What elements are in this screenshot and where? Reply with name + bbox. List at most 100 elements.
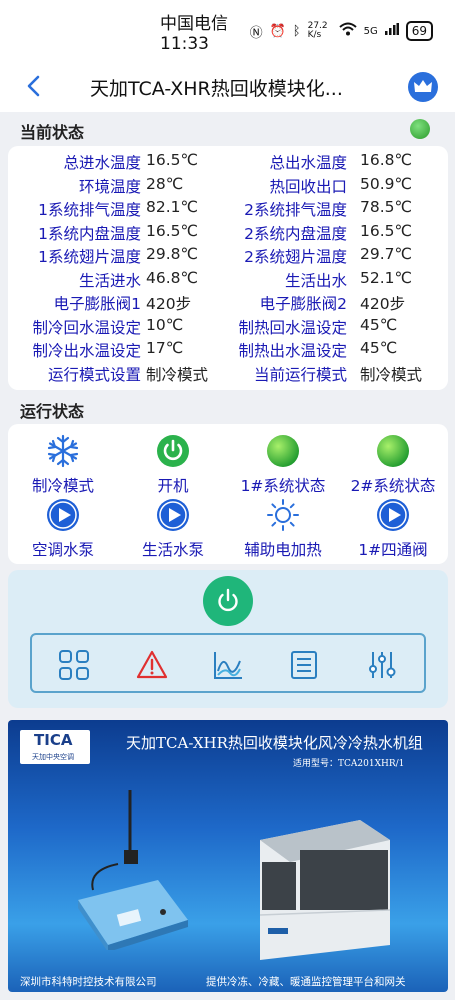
status-dot-icon (376, 434, 410, 468)
param-label: 1系统内盘温度 (38, 224, 141, 243)
param-label: 总进水温度 (63, 154, 141, 172)
param-label: 运行模式设置 (47, 365, 141, 384)
list-icon[interactable] (288, 649, 320, 681)
status-row: 1系统内盘温度 16.5℃ 2系统内盘温度 16.5℃ (8, 222, 448, 245)
param-label: 制热回水温设定 (238, 318, 347, 337)
param-value: 78.5℃ (360, 198, 412, 216)
status-row: 1系统排气温度 82.1℃ 2系统排气温度 78.5℃ (8, 198, 448, 221)
run-item-ac-pump: 空调水泵 (8, 498, 118, 560)
online-status-dot (410, 119, 430, 139)
power-button[interactable] (203, 576, 253, 626)
alarm-icon: ⏰ (269, 23, 286, 39)
param-value: 420步 (360, 295, 406, 313)
battery-indicator: 69 (405, 21, 433, 41)
run-item-label: 1#系统状态 (240, 477, 326, 495)
sun-icon (266, 498, 300, 532)
param-label: 2系统翅片温度 (244, 248, 347, 266)
run-item-label: 生活水泵 (141, 541, 204, 559)
run-item-system1-status: 1#系统状态 (228, 434, 338, 496)
signal-icon (384, 23, 399, 39)
param-label: 制冷回水温设定 (32, 318, 141, 337)
chiller-unit-illustration (259, 820, 391, 960)
power-icon (218, 588, 238, 612)
banner-title: 天加TCA-XHR热回收模块化风冷冷热水机组 (126, 734, 423, 752)
param-value: 16.5℃ (360, 221, 412, 240)
status-row: 生活进水 46.8℃ 生活出水 52.1℃ (8, 269, 448, 292)
power-on-icon (156, 434, 190, 468)
param-value: 16.8℃ (360, 151, 412, 169)
run-item-aux-heater: 辅助电加热 (228, 498, 338, 560)
nfc-icon: Ⓝ (249, 25, 263, 41)
wifi-icon (338, 22, 357, 40)
run-item-label: 制冷模式 (31, 477, 94, 495)
run-item-power-on: 开机 (118, 434, 228, 496)
banner-model: 适用型号：TCA201XHR/1 (293, 759, 405, 769)
run-item-label: 1#四通阀 (358, 541, 428, 559)
param-value: 29.7℃ (360, 245, 412, 263)
page-title: 天加TCA-XHR热回收模块化... (90, 78, 343, 100)
run-item-cooling-mode: 制冷模式 (8, 434, 118, 496)
status-dot-icon (266, 434, 300, 468)
function-toolbar (30, 633, 426, 693)
status-row: 运行模式设置 制冷模式 当前运行模式 制冷模式 (8, 363, 448, 386)
status-row: 制冷回水温设定 10℃ 制热回水温设定 45℃ (8, 316, 448, 339)
run-item-label: 辅助电加热 (244, 541, 322, 559)
run-item-label: 空调水泵 (31, 541, 94, 559)
param-value: 制冷模式 (146, 365, 209, 384)
run-item-label: 开机 (157, 477, 189, 495)
param-value: 16.5℃ (146, 221, 198, 240)
banner-slogan: 提供冷冻、冷藏、暖通监控管理平台和网关 (206, 976, 406, 988)
status-row: 总进水温度 16.5℃ 总出水温度 16.8℃ (8, 151, 448, 174)
crown-icon[interactable] (408, 72, 438, 102)
param-value: 46.8℃ (146, 268, 198, 287)
bluetooth-icon: ᛒ (292, 23, 301, 39)
param-label: 生活出水 (284, 271, 347, 290)
param-value: 82.1℃ (146, 198, 198, 216)
current-status-title: 当前状态 (20, 123, 85, 142)
status-row: 制冷出水温设定 17℃ 制热出水温设定 45℃ (8, 339, 448, 362)
gateway-device-illustration (78, 790, 188, 950)
param-label: 电子膨胀阀1 (53, 295, 141, 313)
brand-logo: TICA 天加中央空调 (20, 730, 90, 764)
play-icon (376, 498, 410, 532)
play-icon (156, 498, 190, 532)
param-label: 总出水温度 (269, 154, 347, 172)
back-arrow-icon[interactable] (20, 72, 48, 100)
title-bar: 天加TCA-XHR热回收模块化... (0, 62, 455, 112)
param-value: 10℃ (146, 315, 184, 334)
banner-company: 深圳市科特时控技术有限公司 (20, 976, 157, 988)
param-value: 29.8℃ (146, 245, 198, 263)
status-row: 电子膨胀阀1 420步 电子膨胀阀2 420步 (8, 292, 448, 315)
run-item-domestic-pump: 生活水泵 (118, 498, 228, 560)
run-status-title: 运行状态 (20, 402, 85, 421)
system-status-bar: 中国电信 11:33 Ⓝ ⏰ ᛒ 27.2 K/s 5G 69 (0, 0, 455, 62)
settings-sliders-icon[interactable] (366, 649, 398, 681)
chart-icon[interactable] (212, 649, 244, 681)
param-value: 52.1℃ (360, 268, 412, 287)
param-value: 制冷模式 (360, 365, 423, 384)
param-value: 28℃ (146, 174, 184, 193)
status-icons: Ⓝ ⏰ ᛒ 27.2 K/s 5G 69 (250, 21, 433, 41)
grid-icon[interactable] (58, 649, 90, 681)
param-value: 45℃ (360, 339, 398, 357)
run-status-card: 制冷模式 开机 1#系统状态 2#系统状态 空调水泵 生活水泵 辅助电加热 1#… (8, 424, 448, 564)
param-label: 2系统内盘温度 (244, 224, 347, 243)
status-row: 1系统翅片温度 29.8℃ 2系统翅片温度 29.7℃ (8, 245, 448, 268)
signal-label: 5G (363, 25, 378, 37)
param-value: 16.5℃ (146, 151, 198, 169)
param-label: 当前运行模式 (253, 365, 347, 384)
current-status-card: 总进水温度 16.5℃ 总出水温度 16.8℃ 环境温度 28℃ 热回收出口 5… (8, 146, 448, 390)
param-label: 制热出水温设定 (238, 342, 347, 360)
param-value: 420步 (146, 295, 192, 313)
play-icon (46, 498, 80, 532)
param-label: 热回收出口 (269, 177, 347, 196)
warning-icon[interactable] (136, 649, 168, 681)
product-banner: TICA 天加中央空调 天加TCA-XHR热回收模块化风冷冷热水机组 适用型号：… (8, 720, 448, 992)
param-label: 生活进水 (78, 271, 141, 290)
param-label: 电子膨胀阀2 (259, 295, 347, 313)
param-label: 环境温度 (78, 177, 141, 196)
carrier-time: 中国电信 11:33 (160, 13, 228, 54)
param-value: 45℃ (360, 315, 398, 334)
status-row: 环境温度 28℃ 热回收出口 50.9℃ (8, 175, 448, 198)
param-value: 17℃ (146, 339, 184, 357)
